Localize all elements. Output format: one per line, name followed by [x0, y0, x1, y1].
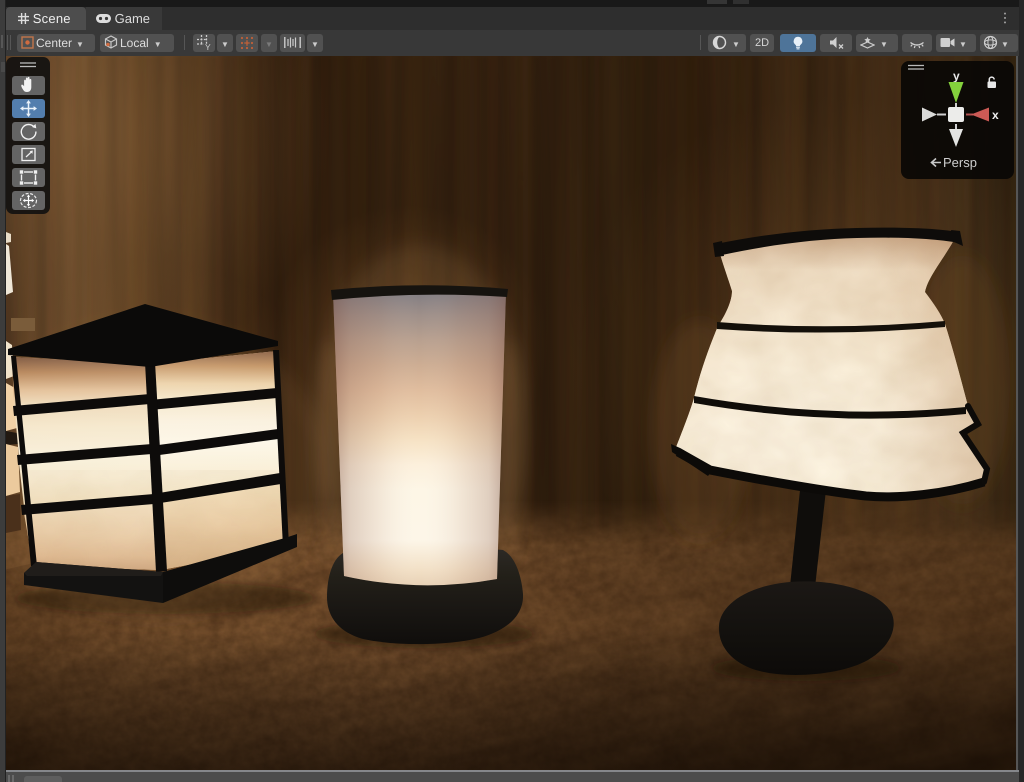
svg-text:x: x	[992, 108, 999, 122]
svg-text:Y: Y	[205, 42, 211, 50]
svg-text:y: y	[953, 69, 960, 83]
svg-text:Persp: Persp	[943, 155, 977, 170]
